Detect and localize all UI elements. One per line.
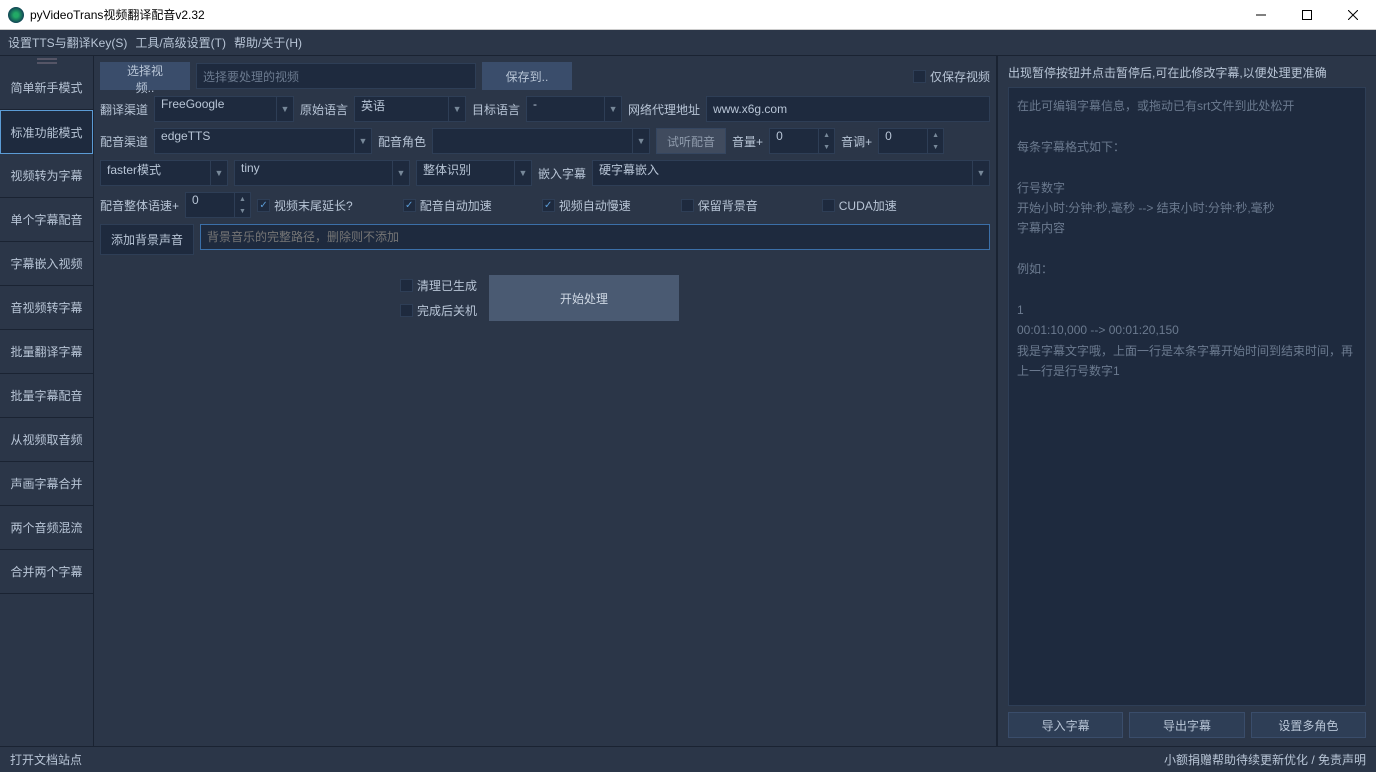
menu-tts[interactable]: 设置TTS与翻译Key(S): [8, 34, 127, 51]
sidebar-single-dub[interactable]: 单个字幕配音: [0, 198, 93, 242]
embed-sub-label: 嵌入字幕: [538, 165, 586, 182]
bg-sound-label: 添加背景声音: [100, 224, 194, 255]
chevron-down-icon[interactable]: ▼: [972, 160, 990, 186]
speed-label: 配音整体语速+: [100, 197, 179, 214]
sidebar-simple-mode[interactable]: 简单新手模式: [0, 66, 93, 110]
only-save-label: 仅保存视频: [930, 68, 990, 85]
minimize-button[interactable]: [1238, 0, 1284, 30]
embed-sub-select[interactable]: 硬字幕嵌入: [592, 160, 972, 186]
volume-stepper[interactable]: 0▲▼: [769, 128, 835, 154]
model-select[interactable]: tiny: [234, 160, 392, 186]
source-lang-select[interactable]: 英语: [354, 96, 448, 122]
chevron-down-icon[interactable]: ▼: [604, 96, 622, 122]
sidebar-batch-translate[interactable]: 批量翻译字幕: [0, 330, 93, 374]
multi-role-button[interactable]: 设置多角色: [1251, 712, 1366, 738]
mode-select[interactable]: faster模式: [100, 160, 210, 186]
save-to-button[interactable]: 保存到..: [482, 62, 572, 90]
dub-role-select[interactable]: [432, 128, 632, 154]
sidebar-video-to-sub[interactable]: 视频转为字幕: [0, 154, 93, 198]
sidebar-batch-dub[interactable]: 批量字幕配音: [0, 374, 93, 418]
sidebar-extract-audio[interactable]: 从视频取音频: [0, 418, 93, 462]
source-lang-label: 原始语言: [300, 101, 348, 118]
try-dub-button[interactable]: 试听配音: [656, 128, 726, 154]
import-sub-button[interactable]: 导入字幕: [1008, 712, 1123, 738]
volume-label: 音量+: [732, 133, 763, 150]
chevron-down-icon[interactable]: ▼: [210, 160, 228, 186]
sidebar: 简单新手模式 标准功能模式 视频转为字幕 单个字幕配音 字幕嵌入视频 音视频转字…: [0, 56, 94, 746]
keep-bgm-checkbox[interactable]: 保留背景音: [681, 197, 758, 214]
close-button[interactable]: [1330, 0, 1376, 30]
translate-channel-select[interactable]: FreeGoogle: [154, 96, 276, 122]
video-path-display: 选择要处理的视频: [196, 63, 476, 89]
start-process-button[interactable]: 开始处理: [489, 275, 679, 321]
clean-generated-checkbox[interactable]: 清理已生成: [400, 277, 477, 294]
subtitle-editor[interactable]: 在此可编辑字幕信息，或拖动已有srt文件到此处松开 每条字幕格式如下： 行号数字…: [1008, 87, 1366, 706]
recognition-select[interactable]: 整体识别: [416, 160, 514, 186]
proxy-input[interactable]: [706, 96, 990, 122]
speed-stepper[interactable]: 0▲▼: [185, 192, 251, 218]
statusbar: 打开文档站点 小额捐赠帮助待续更新优化 / 免责声明: [0, 746, 1376, 772]
docs-link[interactable]: 打开文档站点: [10, 751, 1164, 768]
subtitle-panel: 出现暂停按钮并点击暂停后,可在此修改字幕,以便处理更准确 在此可编辑字幕信息，或…: [996, 56, 1376, 746]
target-lang-label: 目标语言: [472, 101, 520, 118]
sidebar-mix-audio[interactable]: 两个音频混流: [0, 506, 93, 550]
auto-slow-checkbox[interactable]: 视频自动慢速: [542, 197, 631, 214]
proxy-label: 网络代理地址: [628, 101, 700, 118]
export-sub-button[interactable]: 导出字幕: [1129, 712, 1244, 738]
sidebar-merge-avs[interactable]: 声画字幕合并: [0, 462, 93, 506]
main-panel: 选择视频.. 选择要处理的视频 保存到.. 仅保存视频 翻译渠道 FreeGoo…: [94, 56, 996, 746]
target-lang-select[interactable]: -: [526, 96, 604, 122]
only-save-video-checkbox[interactable]: 仅保存视频: [913, 68, 990, 85]
menu-tools[interactable]: 工具/高级设置(T): [135, 34, 226, 51]
menubar: 设置TTS与翻译Key(S) 工具/高级设置(T) 帮助/关于(H): [0, 30, 1376, 56]
dub-channel-select[interactable]: edgeTTS: [154, 128, 354, 154]
dub-role-label: 配音角色: [378, 133, 426, 150]
donate-link[interactable]: 小额捐赠帮助待续更新优化 / 免责声明: [1164, 751, 1366, 768]
pitch-stepper[interactable]: 0▲▼: [878, 128, 944, 154]
pitch-label: 音调+: [841, 133, 872, 150]
app-icon: [8, 7, 24, 23]
titlebar: pyVideoTrans视频翻译配音v2.32: [0, 0, 1376, 30]
sidebar-merge-sub[interactable]: 合并两个字幕: [0, 550, 93, 594]
subtitle-tip: 出现暂停按钮并点击暂停后,可在此修改字幕,以便处理更准确: [1008, 64, 1366, 81]
chevron-down-icon[interactable]: ▼: [276, 96, 294, 122]
shutdown-after-checkbox[interactable]: 完成后关机: [400, 302, 477, 319]
menu-help[interactable]: 帮助/关于(H): [234, 34, 302, 51]
chevron-down-icon[interactable]: ▼: [514, 160, 532, 186]
translate-channel-label: 翻译渠道: [100, 101, 148, 118]
cuda-checkbox[interactable]: CUDA加速: [822, 197, 897, 214]
sidebar-embed-sub[interactable]: 字幕嵌入视频: [0, 242, 93, 286]
bg-sound-input[interactable]: [200, 224, 990, 250]
chevron-down-icon[interactable]: ▼: [632, 128, 650, 154]
chevron-down-icon[interactable]: ▼: [392, 160, 410, 186]
chevron-down-icon[interactable]: ▼: [354, 128, 372, 154]
sidebar-grip[interactable]: [0, 56, 93, 66]
maximize-button[interactable]: [1284, 0, 1330, 30]
dub-channel-label: 配音渠道: [100, 133, 148, 150]
select-video-button[interactable]: 选择视频..: [100, 62, 190, 90]
chevron-down-icon[interactable]: ▼: [448, 96, 466, 122]
sidebar-av-to-sub[interactable]: 音视频转字幕: [0, 286, 93, 330]
auto-speed-up-checkbox[interactable]: 配音自动加速: [403, 197, 492, 214]
sidebar-standard-mode[interactable]: 标准功能模式: [0, 110, 93, 154]
extend-end-checkbox[interactable]: 视频末尾延长?: [257, 197, 353, 214]
window-title: pyVideoTrans视频翻译配音v2.32: [30, 6, 1238, 23]
